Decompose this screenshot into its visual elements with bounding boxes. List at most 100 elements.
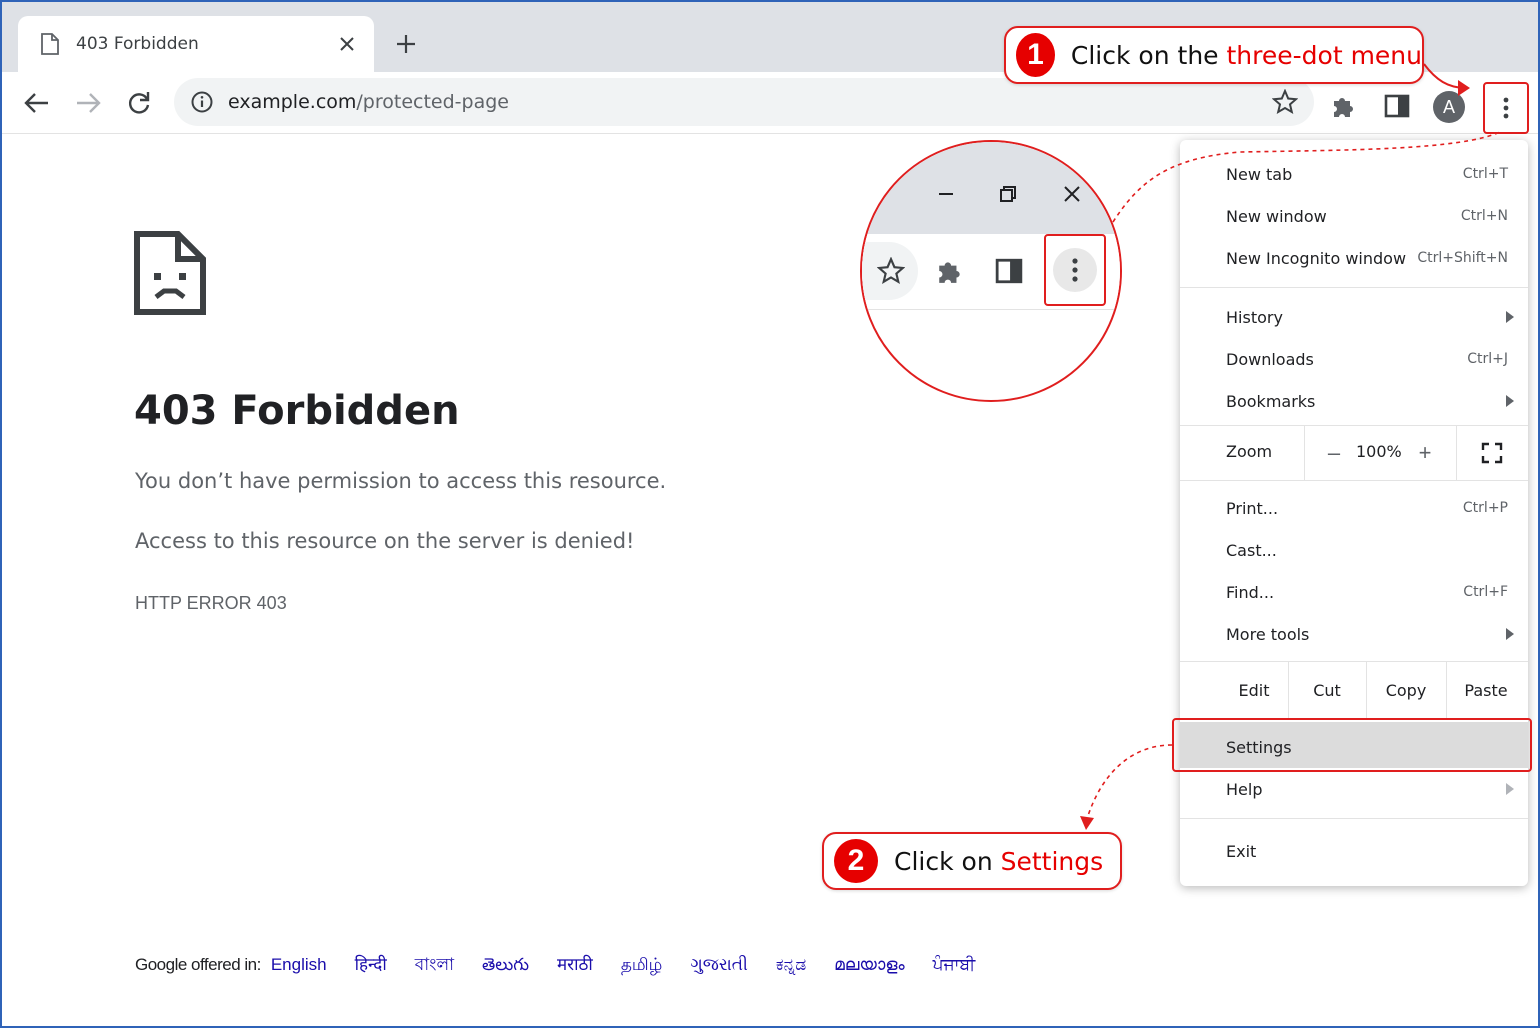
tab-title: 403 Forbidden [76, 34, 199, 54]
submenu-arrow-icon [1506, 783, 1514, 795]
callout-step-1: 1 Click on the three-dot menu [1004, 26, 1424, 84]
menu-item-new-window[interactable]: New window Ctrl+N [1180, 195, 1528, 237]
menu-separator [1180, 480, 1528, 481]
menu-item-history[interactable]: History [1180, 296, 1528, 338]
address-bar[interactable]: example.com/protected-page [174, 78, 1314, 126]
menu-zoom-row: Zoom – 100% + [1180, 426, 1528, 480]
copy-button[interactable]: Copy [1366, 662, 1446, 718]
language-link[interactable]: ਪੰਜਾਬੀ [933, 955, 976, 975]
menu-item-label: Downloads [1226, 349, 1314, 369]
menu-item-exit[interactable]: Exit [1180, 830, 1528, 872]
language-link[interactable]: ગુજરાતી [690, 955, 748, 975]
language-link[interactable]: বাংলা [415, 952, 454, 980]
step-number: 2 [834, 839, 878, 883]
fullscreen-button[interactable] [1477, 438, 1507, 468]
magnified-three-dot-button [1044, 234, 1106, 306]
menu-item-label: Find... [1226, 582, 1275, 602]
chrome-main-menu: New tab Ctrl+T New window Ctrl+N New Inc… [1180, 140, 1528, 886]
menu-item-label: New tab [1226, 164, 1293, 184]
language-link[interactable]: मराठी [557, 952, 593, 975]
star-icon[interactable] [1272, 89, 1298, 115]
forward-button[interactable] [71, 86, 105, 120]
info-icon[interactable] [190, 90, 214, 114]
menu-item-print[interactable]: Print... Ctrl+P [1180, 487, 1528, 529]
error-message-2: Access to this resource on the server is… [135, 529, 635, 553]
side-panel-icon [1384, 94, 1410, 118]
language-link[interactable]: தமிழ் [621, 955, 663, 977]
cut-button[interactable]: Cut [1288, 662, 1366, 718]
extensions-button[interactable] [1330, 92, 1358, 120]
menu-separator [1180, 818, 1528, 819]
menu-item-new-incognito[interactable]: New Incognito window Ctrl+Shift+N [1180, 237, 1528, 279]
callout-highlight: Settings [1000, 846, 1104, 876]
menu-item-more-tools[interactable]: More tools [1180, 613, 1528, 655]
menu-separator [1180, 718, 1528, 719]
menu-item-label: Cast... [1226, 540, 1277, 560]
menu-item-label: More tools [1226, 624, 1310, 644]
callout-text: Click on the three-dot menu [1071, 41, 1422, 70]
menu-item-bookmarks[interactable]: Bookmarks [1180, 380, 1528, 422]
menu-item-settings[interactable]: Settings [1180, 726, 1528, 768]
menu-shortcut: Ctrl+T [1462, 166, 1508, 182]
zoom-out-button[interactable]: – [1319, 438, 1349, 468]
kebab-icon [1503, 97, 1509, 119]
menu-item-label: History [1226, 307, 1283, 327]
reload-button[interactable] [122, 86, 156, 120]
language-link[interactable]: ಕನ್ನಡ [776, 955, 806, 975]
edit-label: Edit [1238, 680, 1270, 700]
menu-shortcut: Ctrl+Shift+N [1417, 250, 1508, 266]
url-text: example.com/protected-page [228, 91, 509, 113]
menu-item-new-tab[interactable]: New tab Ctrl+T [1180, 153, 1528, 195]
language-link[interactable]: తెలుగు [482, 955, 529, 979]
forward-arrow-icon [77, 93, 101, 113]
fullscreen-icon [1481, 442, 1503, 464]
paste-button[interactable]: Paste [1446, 662, 1526, 718]
menu-item-cast[interactable]: Cast... [1180, 529, 1528, 571]
new-tab-button[interactable] [392, 30, 420, 58]
menu-shortcut: Ctrl+F [1463, 584, 1508, 600]
menu-item-downloads[interactable]: Downloads Ctrl+J [1180, 338, 1528, 380]
restore-icon [996, 182, 1020, 206]
menu-item-label: Exit [1226, 841, 1257, 861]
menu-shortcut: Ctrl+N [1460, 208, 1508, 224]
arrow-head [1080, 816, 1094, 830]
tab-active[interactable]: 403 Forbidden [18, 16, 374, 72]
dashed-arrow-to-settings [1085, 744, 1173, 823]
side-panel-button[interactable] [1383, 92, 1411, 120]
doc-icon [41, 33, 59, 55]
puzzle-icon [1334, 98, 1353, 117]
error-message-1: You don’t have permission to access this… [135, 469, 667, 493]
language-link[interactable]: മലയാളം [834, 955, 904, 975]
minimize-icon [934, 182, 958, 206]
step-number: 1 [1016, 33, 1055, 77]
three-dot-menu-button[interactable] [1483, 82, 1529, 134]
kebab-hover-bg [1053, 248, 1097, 292]
close-icon [1060, 182, 1084, 206]
url-path: /protected-page [356, 91, 509, 113]
tab-close-button[interactable] [334, 31, 360, 57]
avatar[interactable]: A [1433, 91, 1465, 123]
callout-text: Click on Settings [894, 847, 1103, 876]
language-link[interactable]: हिन्दी [355, 952, 387, 975]
submenu-arrow-icon [1506, 628, 1514, 640]
back-button[interactable] [20, 86, 54, 120]
menu-shortcut: Ctrl+P [1462, 500, 1508, 516]
error-code: HTTP ERROR 403 [135, 593, 287, 613]
menu-item-help[interactable]: Help [1180, 768, 1528, 810]
submenu-arrow-icon [1506, 395, 1514, 407]
language-link[interactable]: English [271, 955, 327, 975]
zoom-divider [1456, 426, 1457, 480]
zoom-in-button[interactable]: + [1410, 438, 1440, 468]
url-domain: example.com [228, 91, 357, 113]
zoom-label: Zoom [1226, 442, 1273, 461]
menu-item-label: New Incognito window [1226, 248, 1407, 268]
magnifier-circle [860, 140, 1122, 402]
callout-step-2: 2 Click on Settings [822, 832, 1122, 890]
puzzle-icon [935, 256, 965, 286]
reload-icon [128, 92, 150, 114]
submenu-arrow-icon [1506, 311, 1514, 323]
menu-item-find[interactable]: Find... Ctrl+F [1180, 571, 1528, 613]
language-bar: Google offered in: English हिन्दी বাংলা … [135, 952, 1003, 980]
sad-page-icon [134, 231, 206, 315]
zoom-divider [1304, 426, 1305, 480]
